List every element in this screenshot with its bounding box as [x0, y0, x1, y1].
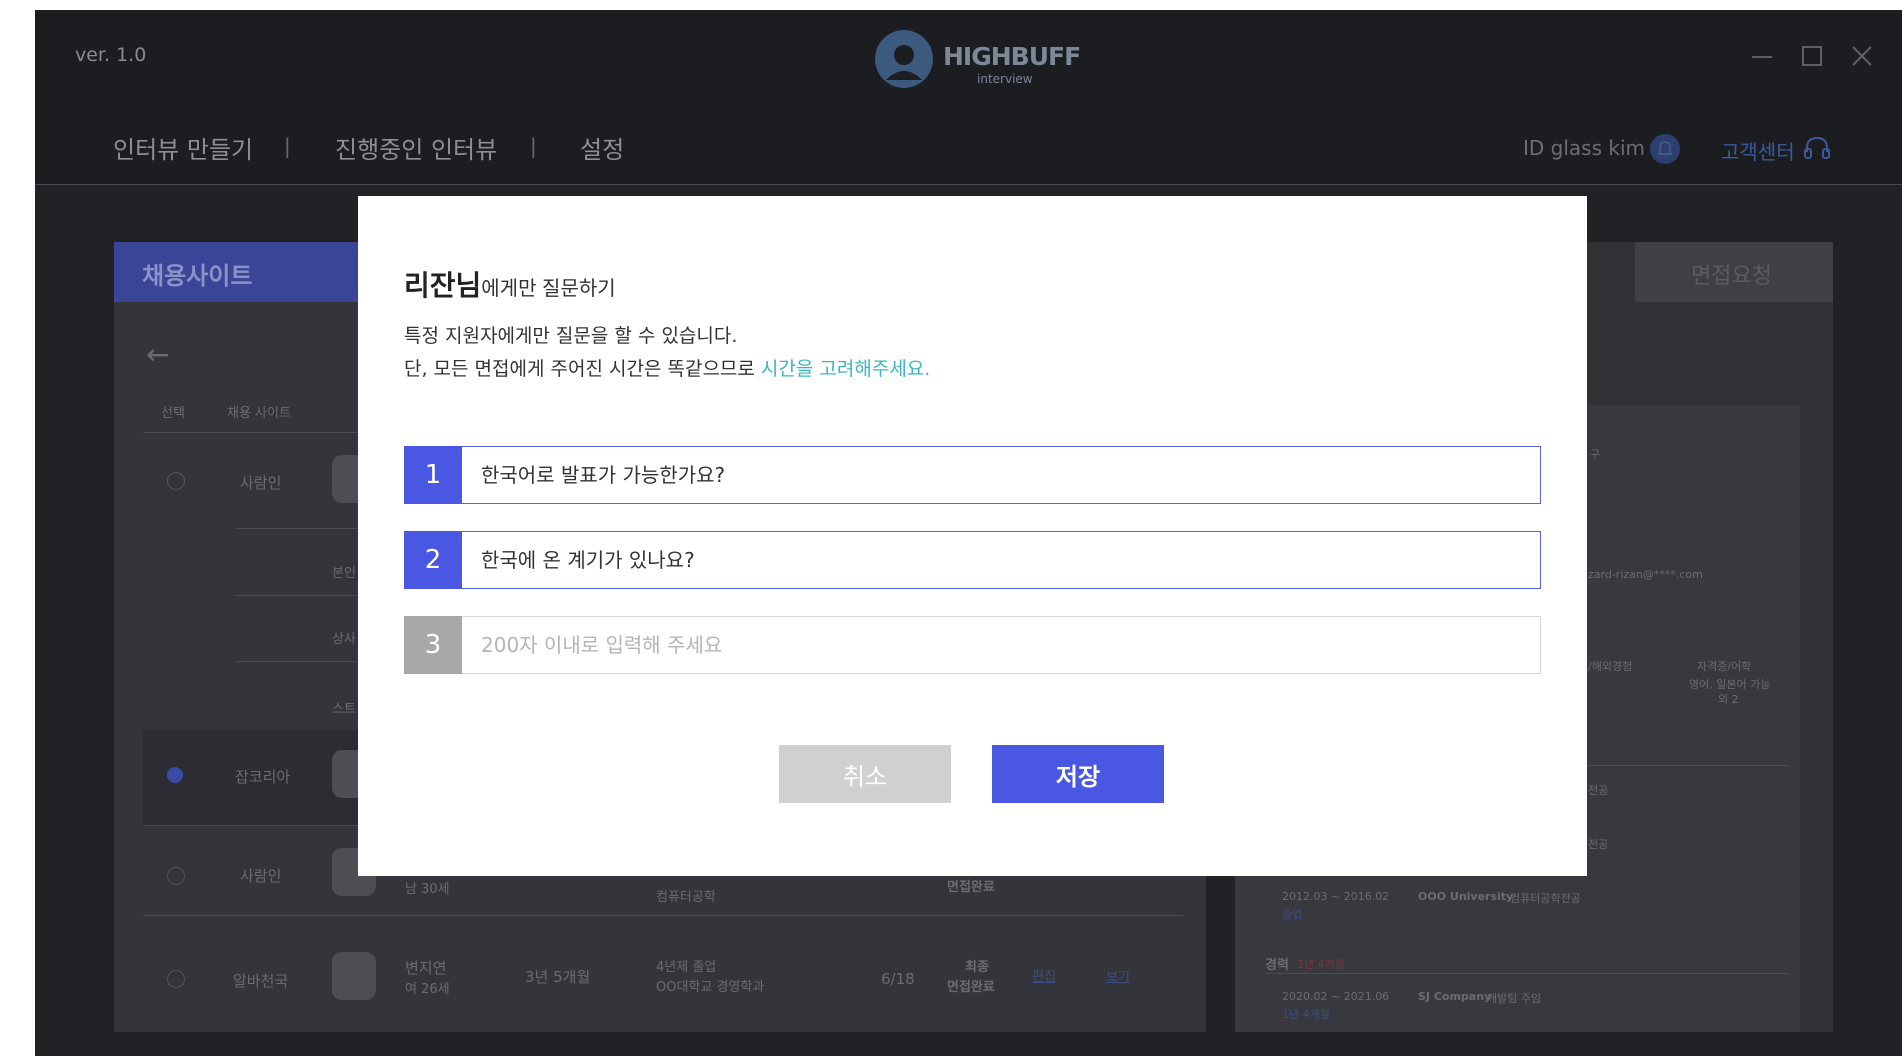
- table-header-site: 채용 사이트: [227, 406, 291, 421]
- applicant-name: 리잔님: [404, 270, 482, 301]
- minimize-icon[interactable]: [1750, 44, 1774, 68]
- row-site: 사람인: [240, 867, 282, 885]
- customer-center-link[interactable]: 고객센터: [1721, 136, 1795, 165]
- row-checkbox-checked[interactable]: [167, 767, 183, 783]
- resume-job-length: 1년 4개월: [1282, 1008, 1330, 1021]
- nav-separator: |: [284, 134, 291, 158]
- row-site: 잡코리아: [235, 768, 291, 786]
- question-row-1: 1: [404, 446, 1541, 504]
- row-count: 6/18: [881, 970, 915, 988]
- row-checkbox[interactable]: [167, 970, 185, 988]
- row-checkbox[interactable]: [167, 472, 185, 490]
- resume-cert-label: 자격증/어학: [1697, 660, 1752, 673]
- question-number: 2: [404, 531, 462, 589]
- divider: [1265, 973, 1790, 974]
- row-site: 사람인: [240, 474, 282, 492]
- row-education: 컴퓨터공학: [656, 890, 716, 905]
- header-divider: [35, 184, 1902, 185]
- modal-note-text: 단, 모든 면접에게 주어진 시간은 똑같으므로: [404, 358, 761, 380]
- question-row-2: 2: [404, 531, 1541, 589]
- row-status: 면접완료: [947, 880, 995, 895]
- top-bar: ver. 1.0 HIGHBUFF interview 인터뷰 만들기 | 진행…: [35, 10, 1902, 185]
- logo-icon: [875, 30, 933, 88]
- resume-text: 구: [1590, 448, 1601, 461]
- resume-company: SJ Company: [1418, 990, 1492, 1003]
- save-button[interactable]: 저장: [992, 745, 1164, 803]
- divider: [143, 915, 1183, 916]
- modal-description: 특정 지원자에게만 질문을 할 수 있습니다.: [404, 325, 738, 347]
- resume-cert-detail: 영어, 일본어 가능: [1689, 678, 1771, 691]
- resume-career-length: 1년 4개월: [1297, 958, 1345, 971]
- back-arrow-icon[interactable]: ←: [146, 338, 169, 371]
- logo-subtext: interview: [977, 72, 1033, 86]
- resume-job-period: 2020.02 ~ 2021.06: [1282, 990, 1390, 1003]
- question-input-1[interactable]: [481, 447, 1521, 503]
- view-link[interactable]: 보기: [1106, 966, 1130, 985]
- logo-text: HIGHBUFF: [943, 42, 1081, 71]
- resume-text: /해외경험: [1588, 660, 1633, 673]
- question-number: 3: [404, 616, 462, 674]
- question-input-3[interactable]: [481, 617, 1521, 673]
- nav-create-interview[interactable]: 인터뷰 만들기: [113, 130, 253, 165]
- question-input-2[interactable]: [481, 532, 1521, 588]
- resume-edu-status: 졸업: [1282, 908, 1303, 921]
- nav-settings[interactable]: 설정: [580, 130, 624, 165]
- cancel-button[interactable]: 취소: [779, 745, 951, 803]
- edit-link[interactable]: 편집: [1032, 966, 1056, 985]
- interview-request-tab[interactable]: 면접요청: [1635, 242, 1833, 302]
- resume-edu-period: 2012.03 ~ 2016.02: [1282, 890, 1390, 903]
- row-sub-label: 본인: [332, 566, 356, 581]
- resume-major: 컴퓨터공학전공: [1510, 892, 1581, 905]
- question-modal: 리잔님에게만 질문하기 특정 지원자에게만 질문을 할 수 있습니다. 단, 모…: [358, 196, 1587, 876]
- row-sub-label: 스트: [332, 702, 356, 717]
- maximize-icon[interactable]: [1800, 44, 1824, 68]
- user-id: ID glass kim: [1523, 136, 1645, 160]
- resume-email: zard-rizan@****.com: [1588, 568, 1703, 581]
- resume-text: 전공: [1588, 784, 1609, 797]
- row-education: 4년제 졸업: [656, 960, 717, 975]
- row-name: 변지연: [405, 959, 447, 977]
- row-school: OO대학교 경영학과: [656, 980, 765, 995]
- resume-university: OOO University: [1418, 890, 1514, 903]
- nav-ongoing-interview[interactable]: 진행중인 인터뷰: [335, 130, 497, 165]
- avatar: [332, 952, 376, 1000]
- nav-separator: |: [530, 134, 537, 158]
- row-career: 3년 5개월: [525, 968, 591, 986]
- modal-title: 리잔님에게만 질문하기: [404, 264, 616, 304]
- row-site: 알바천국: [233, 972, 289, 990]
- row-status: 면접완료: [947, 980, 995, 995]
- close-icon[interactable]: [1850, 44, 1874, 68]
- row-sub-label: 상사: [332, 632, 356, 647]
- panel-title: 채용사이트: [142, 262, 253, 290]
- table-header-select: 선택: [161, 406, 185, 421]
- resume-cert-detail: 외 2: [1718, 693, 1739, 706]
- row-checkbox[interactable]: [167, 867, 185, 885]
- question-number: 1: [404, 446, 462, 504]
- logo: HIGHBUFF interview: [875, 30, 1081, 94]
- modal-note: 단, 모든 면접에게 주어진 시간은 똑같으므로 시간을 고려해주세요.: [404, 354, 930, 381]
- row-age: 남 30세: [405, 882, 450, 897]
- modal-note-accent: 시간을 고려해주세요.: [760, 358, 931, 380]
- resume-career-label: 경력: [1265, 958, 1289, 973]
- headset-icon[interactable]: [1803, 134, 1831, 164]
- row-age: 여 26세: [405, 982, 450, 997]
- version-label: ver. 1.0: [75, 44, 147, 66]
- bell-icon[interactable]: [1650, 134, 1680, 164]
- tab-label: 면접요청: [1691, 264, 1772, 289]
- row-status: 최종: [965, 960, 989, 975]
- modal-title-suffix: 에게만 질문하기: [481, 278, 616, 300]
- resume-dept: 개발팀 주임: [1487, 992, 1542, 1005]
- resume-text: 전공: [1588, 838, 1609, 851]
- question-row-3: 3: [404, 616, 1541, 674]
